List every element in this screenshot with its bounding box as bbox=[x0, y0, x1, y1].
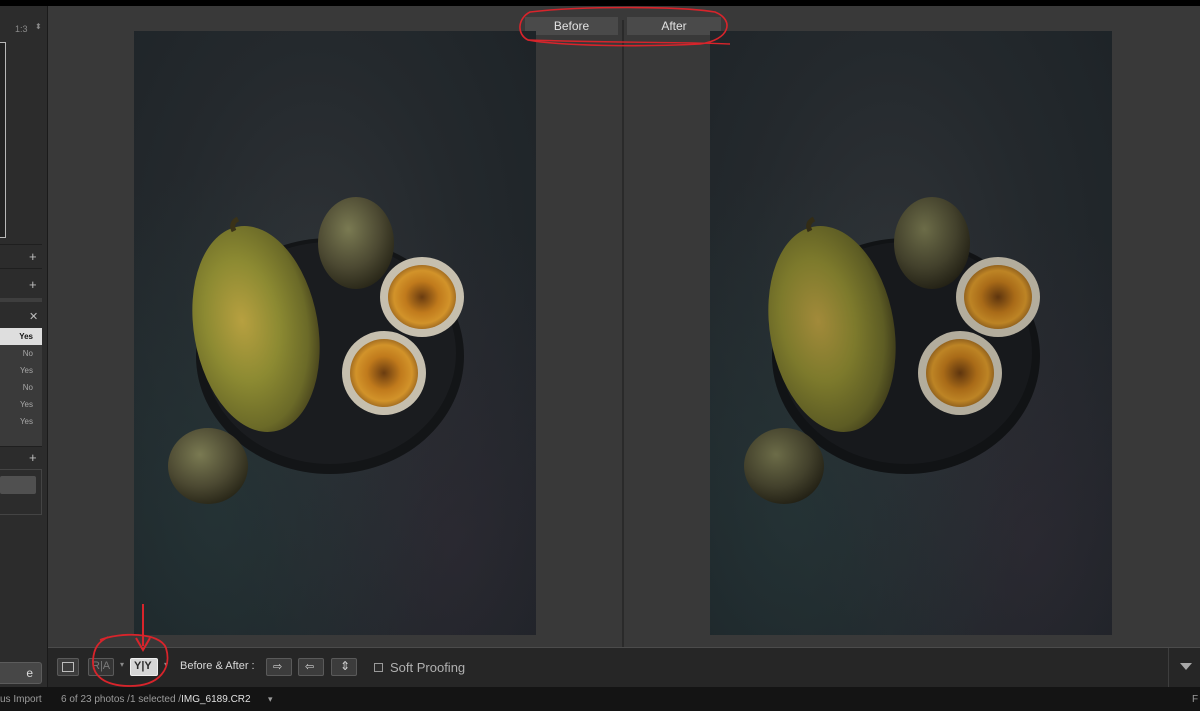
navigator-preview[interactable] bbox=[0, 42, 6, 238]
before-label: Before bbox=[525, 17, 618, 35]
before-photo[interactable] bbox=[134, 31, 536, 635]
filmstrip-status-bar: us Import 6 of 23 photos /1 selected /IM… bbox=[0, 687, 1200, 711]
before-after-split-button[interactable]: Y|Y bbox=[130, 658, 158, 676]
navigator-zoom-ratio[interactable]: 1:3 bbox=[15, 24, 28, 34]
add-collection-plus-icon[interactable]: + bbox=[29, 450, 37, 465]
after-photo[interactable] bbox=[710, 31, 1112, 635]
soft-proofing-checkbox[interactable] bbox=[374, 663, 383, 672]
swap-vertical-icon: ⇕ bbox=[340, 659, 351, 673]
history-list: Yes No Yes No Yes Yes bbox=[0, 328, 42, 446]
pane-divider bbox=[622, 20, 624, 647]
import-source-text[interactable]: us Import bbox=[0, 694, 42, 705]
history-row[interactable]: No bbox=[0, 379, 42, 396]
before-after-split-icon: Y|Y bbox=[134, 660, 152, 672]
history-row[interactable]: Yes bbox=[0, 396, 42, 413]
view-mode-chevron-down-icon[interactable]: ▾ bbox=[120, 660, 124, 669]
swap-before-after-button[interactable]: ⇕ bbox=[331, 658, 357, 676]
collection-filter-input[interactable] bbox=[0, 476, 36, 494]
copy-button[interactable]: e bbox=[0, 662, 42, 684]
before-after-viewer: Before After bbox=[48, 6, 1200, 647]
bottom-toolbar: R|A ▾ Y|Y ▾ Before & After : ⇨ ⇦ ⇕ Soft … bbox=[48, 647, 1200, 688]
before-after-label: Before & After : bbox=[180, 660, 255, 672]
copy-after-to-before-button[interactable]: ⇦ bbox=[298, 658, 324, 676]
before-after-left-right-button[interactable]: R|A bbox=[88, 658, 114, 676]
toolbar-content-dropdown-icon[interactable] bbox=[1180, 663, 1192, 670]
history-row[interactable]: Yes bbox=[0, 362, 42, 379]
left-panel: 1:3 ⬍ + + ✕ Yes No Yes No Yes Yes + e bbox=[0, 6, 48, 687]
add-preset-plus-icon[interactable]: + bbox=[29, 249, 37, 264]
panel-scrollbar[interactable] bbox=[0, 298, 42, 302]
copy-before-to-after-button[interactable]: ⇨ bbox=[266, 658, 292, 676]
photo-count-text: 6 of 23 photos /1 selected /IMG_6189.CR2 bbox=[61, 694, 251, 705]
panel-divider bbox=[0, 268, 42, 269]
split-mode-chevron-down-icon[interactable]: ▾ bbox=[164, 660, 168, 669]
photo-count-label: 6 of 23 photos /1 selected / bbox=[61, 694, 182, 705]
history-row[interactable]: Yes bbox=[0, 413, 42, 430]
panel-divider bbox=[0, 446, 42, 447]
history-row[interactable]: No bbox=[0, 345, 42, 362]
arrow-right-icon: ⇨ bbox=[273, 661, 283, 673]
filename-chevron-down-icon[interactable]: ▾ bbox=[268, 694, 273, 705]
add-snapshot-plus-icon[interactable]: + bbox=[29, 277, 37, 292]
zoom-stepper-icon[interactable]: ⬍ bbox=[35, 22, 42, 31]
history-row[interactable]: Yes bbox=[0, 328, 42, 345]
after-label: After bbox=[627, 17, 721, 35]
filter-label[interactable]: F bbox=[1192, 694, 1198, 705]
selected-filename[interactable]: IMG_6189.CR2 bbox=[181, 694, 250, 705]
soft-proofing-label: Soft Proofing bbox=[390, 660, 466, 675]
loupe-view-button[interactable] bbox=[57, 658, 79, 676]
loupe-view-icon bbox=[62, 662, 74, 672]
panel-divider bbox=[0, 244, 42, 245]
before-after-left-right-icon: R|A bbox=[92, 660, 111, 672]
arrow-left-icon: ⇦ bbox=[305, 661, 315, 673]
clear-history-close-icon[interactable]: ✕ bbox=[29, 310, 38, 323]
